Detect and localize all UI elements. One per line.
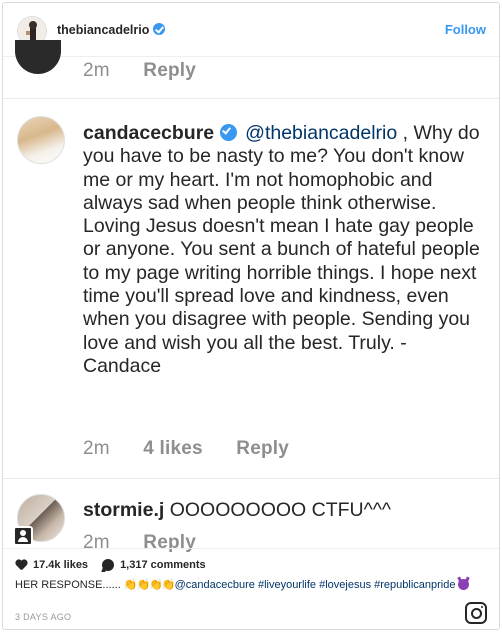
post-header: thebiancadelrio Follow <box>3 3 499 57</box>
user-tag-icon <box>13 526 33 546</box>
comment-2-mention: @thebiancadelrio <box>245 122 398 144</box>
post-image: 2m Reply candacecbure @thebiancadelrio , … <box>3 40 499 553</box>
comment-2-verified-icon <box>220 124 238 141</box>
comment-2-reply: Reply <box>236 438 290 459</box>
verified-badge-icon <box>153 23 166 35</box>
comment-2-body: candacecbure @thebiancadelrio , Why do yo… <box>83 122 487 378</box>
caption-text: HER RESPONSE...... <box>15 579 121 591</box>
comment-divider <box>3 98 499 99</box>
post-caption: HER RESPONSE...... 👏👏👏👏@candacecbure #li… <box>15 578 485 593</box>
devil-emoji-icon <box>458 579 470 590</box>
post-footer: 17.4k likes 1,317 comments HER RESPONSE.… <box>3 548 499 629</box>
likes-count[interactable]: 17.4k likes <box>33 559 88 571</box>
comment-1-meta: 2m Reply <box>83 60 224 82</box>
comment-2-username: candacecbure <box>83 122 215 144</box>
instagram-logo-icon[interactable] <box>465 602 487 624</box>
comment-2-likes: 4 likes <box>143 438 203 459</box>
comment-3-username: stormie.j <box>83 499 165 521</box>
comment-2-meta: 2m 4 likes Reply <box>83 438 317 460</box>
comment-2-text: , Why do you have to be nasty to me? You… <box>83 122 480 377</box>
comment-2-time: 2m <box>83 438 110 459</box>
comments-count[interactable]: 1,317 comments <box>120 559 206 571</box>
heart-icon[interactable] <box>15 560 27 571</box>
caption-hashtags[interactable]: #liveyourlife #lovejesus #republicanprid… <box>258 579 456 591</box>
instagram-post: thebiancadelrio Follow 2m Reply candacec… <box>2 2 500 630</box>
follow-button[interactable]: Follow <box>445 22 486 37</box>
post-stats: 17.4k likes 1,317 comments <box>15 559 206 571</box>
commenter-avatar-partial <box>15 40 61 74</box>
clapping-hands-emoji: 👏👏👏👏 <box>123 579 176 591</box>
comment-1-time: 2m <box>83 60 110 81</box>
comment-divider <box>3 478 499 479</box>
caption-mention[interactable]: @candacecbure <box>175 579 255 591</box>
comment-3-text: OOOOOOOOO CTFU^^^ <box>169 499 392 521</box>
comment-3-body: stormie.j OOOOOOOOO CTFU^^^ <box>83 499 391 522</box>
comment-1-reply: Reply <box>143 60 197 81</box>
poster-username-text[interactable]: thebiancadelrio <box>57 23 149 37</box>
post-date[interactable]: 3 DAYS AGO <box>15 612 71 622</box>
comment-bubble-icon[interactable] <box>102 559 115 571</box>
poster-username[interactable]: thebiancadelrio <box>57 23 166 37</box>
candace-avatar <box>17 116 65 164</box>
